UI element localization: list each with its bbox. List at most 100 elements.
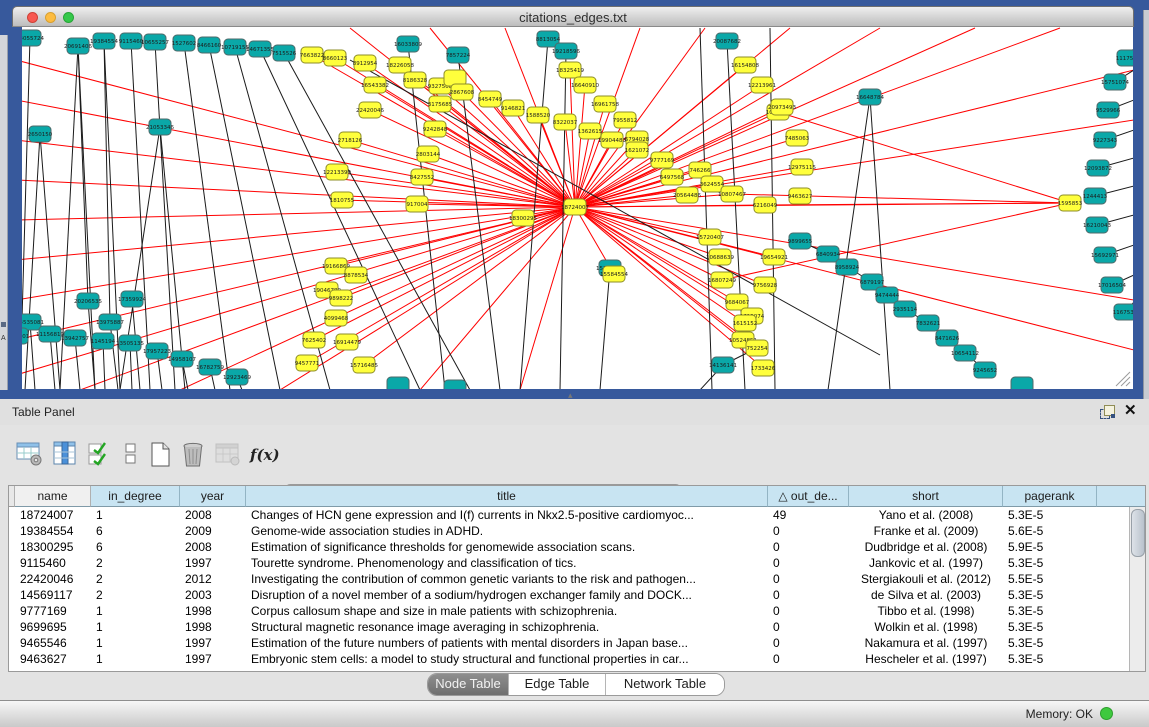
graph-node[interactable]: 9756928 xyxy=(753,277,778,293)
graph-node[interactable]: 7625402 xyxy=(302,332,327,348)
table-row[interactable]: 1830029562008Estimation of significance … xyxy=(9,539,1130,555)
graph-node[interactable]: 13942757 xyxy=(61,330,89,346)
graph-node[interactable]: 14958107 xyxy=(168,351,196,367)
tab-node-table[interactable]: Node Table xyxy=(428,674,509,695)
graph-node[interactable]: 16914479 xyxy=(333,334,361,350)
graph-node[interactable]: 15720407 xyxy=(696,229,724,245)
graph-node[interactable]: 16154808 xyxy=(731,57,759,73)
graph-node[interactable]: 9777169 xyxy=(650,152,675,168)
table-row[interactable]: 2242004622012Investigating the contribut… xyxy=(9,571,1130,587)
graph-node[interactable]: 15751074 xyxy=(1101,74,1129,90)
graph-node[interactable]: 8958924 xyxy=(835,259,860,275)
graph-node[interactable]: 18325419 xyxy=(556,62,584,78)
graph-node[interactable]: 18226058 xyxy=(386,57,414,73)
graph-node[interactable]: 10654112 xyxy=(951,345,979,361)
import-table-icon[interactable] xyxy=(214,441,244,471)
vertical-scrollbar[interactable] xyxy=(1129,507,1145,671)
graph-node[interactable]: 1145194 xyxy=(91,333,116,349)
graph-node[interactable]: 9899655 xyxy=(788,233,813,249)
graph-node[interactable]: 19384554 xyxy=(90,33,118,49)
graph-node[interactable]: 1733426 xyxy=(751,360,776,376)
graph-node[interactable]: 12213961 xyxy=(748,77,776,93)
graph-node[interactable]: 10807467 xyxy=(718,186,746,202)
graph-node[interactable]: 1167533 xyxy=(1113,304,1133,320)
graph-node[interactable]: 8186328 xyxy=(403,72,428,88)
delete-table-icon[interactable] xyxy=(180,441,210,471)
graph-node[interactable]: 15692971 xyxy=(1091,247,1119,263)
graph-node[interactable] xyxy=(444,380,466,389)
graph-node[interactable]: 8427552 xyxy=(410,169,435,185)
graph-node[interactable]: 1244413 xyxy=(1083,188,1108,204)
graph-node[interactable]: 9463627 xyxy=(788,188,813,204)
graph-node[interactable]: 9474444 xyxy=(875,287,900,303)
graph-node[interactable]: 16648784 xyxy=(856,89,884,105)
table-row[interactable]: 1938455462009Genome-wide association stu… xyxy=(9,523,1130,539)
function-builder-icon[interactable]: f(x) xyxy=(250,446,280,476)
graph-node[interactable]: 18300295 xyxy=(509,210,537,226)
graph-node[interactable]: 9115460 xyxy=(119,33,144,49)
graph-node[interactable]: 20691406 xyxy=(64,38,92,54)
column-header-out_de[interactable]: △ out_de... xyxy=(768,486,849,507)
graph-node[interactable]: 19218596 xyxy=(552,43,580,59)
graph-node[interactable]: 17016504 xyxy=(1098,277,1126,293)
graph-node[interactable]: 10688639 xyxy=(706,249,734,265)
graph-node[interactable]: 917004 xyxy=(406,196,428,212)
graph-node[interactable]: 8322037 xyxy=(553,114,578,130)
float-window-icon[interactable] xyxy=(1100,405,1116,419)
graph-node[interactable]: 8466160 xyxy=(197,37,222,53)
graph-node[interactable]: 2867608 xyxy=(450,84,475,100)
graph-node[interactable]: 1621072 xyxy=(625,142,650,158)
graph-node[interactable]: 19654921 xyxy=(760,249,788,265)
graph-node[interactable]: 6497568 xyxy=(660,169,685,185)
memory-ok-icon[interactable] xyxy=(1100,707,1113,720)
column-header-name[interactable]: name xyxy=(15,486,91,507)
graph-node[interactable]: 20087682 xyxy=(713,33,741,49)
graph-node[interactable]: 1362615 xyxy=(578,123,603,139)
graph-node[interactable]: 8454749 xyxy=(478,91,503,107)
graph-node[interactable]: 752254 xyxy=(746,340,768,356)
show-columns-icon[interactable] xyxy=(52,441,82,471)
table-row[interactable]: 977716911998Corpus callosum shape and si… xyxy=(9,603,1130,619)
graph-node[interactable]: 3915901 xyxy=(22,328,29,344)
graph-node[interactable]: 22420046 xyxy=(356,102,384,118)
graph-node[interactable]: 1527602 xyxy=(172,35,197,51)
graph-node[interactable]: 7485063 xyxy=(785,130,810,146)
graph-node[interactable]: 4099468 xyxy=(324,310,349,326)
graph-node[interactable]: 3175685 xyxy=(428,96,453,112)
graph-node[interactable]: 1810755 xyxy=(330,192,355,208)
graph-node[interactable]: 21053346 xyxy=(146,119,174,135)
graph-node[interactable]: 6216049 xyxy=(753,197,778,213)
graph-node[interactable]: 1615152 xyxy=(733,315,758,331)
graph-node[interactable]: 7663822 xyxy=(300,47,325,63)
graph-node[interactable]: 16961758 xyxy=(591,96,619,112)
graph-node[interactable]: 16210043 xyxy=(1083,217,1111,233)
table-row[interactable]: 1872400712008Changes of HCN gene express… xyxy=(9,507,1130,523)
graph-node[interactable]: 20206535 xyxy=(74,293,102,309)
graph-node[interactable]: 7832621 xyxy=(916,315,941,331)
tab-network-table[interactable]: Network Table xyxy=(606,674,724,695)
graph-node[interactable]: 1117563 xyxy=(1116,50,1133,66)
graph-node[interactable]: 12975115 xyxy=(788,159,816,175)
table-row[interactable]: 946362711997Embryonic stem cells: a mode… xyxy=(9,651,1130,667)
graph-node[interactable]: 9898222 xyxy=(329,290,354,306)
table-row[interactable]: 969969511998Structural magnetic resonanc… xyxy=(9,619,1130,635)
graph-node[interactable]: 10655257 xyxy=(141,34,169,50)
network-window-titlebar[interactable]: citations_edges.txt xyxy=(12,6,1134,27)
close-panel-icon[interactable]: ✕ xyxy=(1124,403,1137,419)
graph-node[interactable]: 15716485 xyxy=(350,357,378,373)
tab-edge-table[interactable]: Edge Table xyxy=(509,674,606,695)
graph-node[interactable]: 1588520 xyxy=(526,107,551,123)
graph-node[interactable]: 20564486 xyxy=(673,187,701,203)
table-row[interactable]: 1456911722003Disruption of a novel membe… xyxy=(9,587,1130,603)
new-table-icon[interactable] xyxy=(148,441,178,471)
graph-node[interactable]: 2650150 xyxy=(28,126,53,142)
table-row[interactable]: 911546021997Tourette syndrome. Phenomeno… xyxy=(9,555,1130,571)
graph-node[interactable] xyxy=(387,377,409,389)
graph-node[interactable]: 18724007 xyxy=(561,199,589,215)
column-header-pagerank[interactable]: pagerank xyxy=(1003,486,1097,507)
graph-node[interactable]: 19904483 xyxy=(598,132,626,148)
scrollbar-thumb[interactable] xyxy=(1131,509,1145,557)
resize-grip-icon[interactable] xyxy=(1116,372,1130,386)
graph-node[interactable]: 8471626 xyxy=(935,330,960,346)
graph-node[interactable]: 16543382 xyxy=(361,77,389,93)
